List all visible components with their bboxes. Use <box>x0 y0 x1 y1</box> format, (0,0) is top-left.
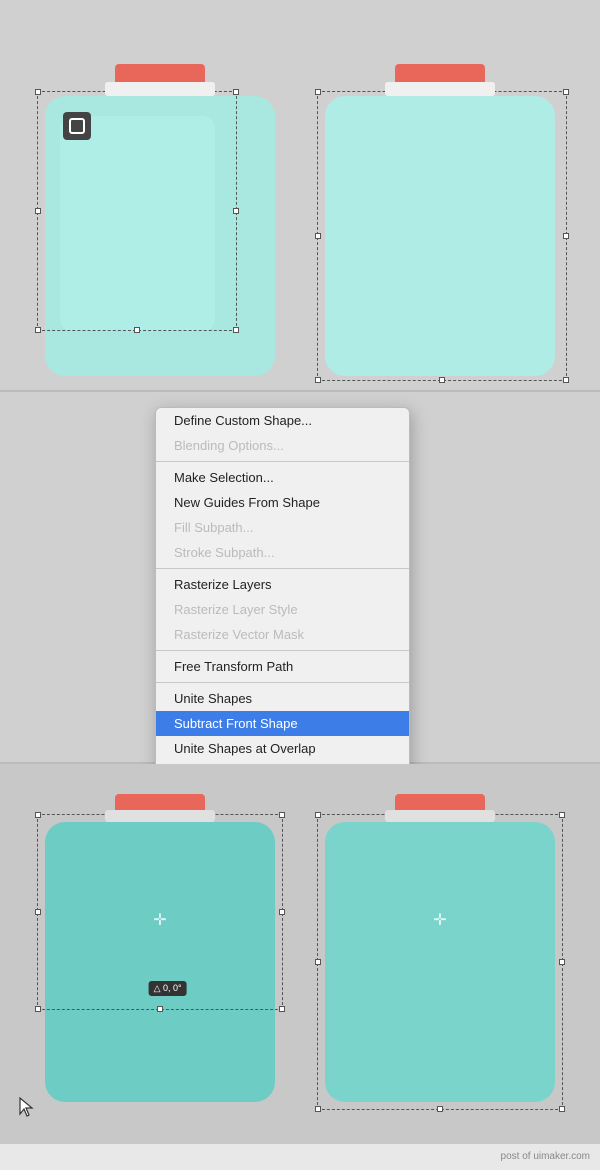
bottom-right-jar-body: ✛ <box>325 822 555 1102</box>
coords-badge: △ 0, 0° <box>149 981 187 996</box>
menu-item-fill-subpath: Fill Subpath... <box>156 515 409 540</box>
handle-bl <box>315 1106 321 1112</box>
left-jar-lid-outer <box>115 64 205 82</box>
bottom-left-lid-wrapper <box>105 794 215 822</box>
move-icon: ✛ <box>152 912 168 928</box>
handle-bl <box>315 377 321 383</box>
menu-item-subtract-front-shape[interactable]: Subtract Front Shape <box>156 711 409 736</box>
top-canvas-section <box>0 0 600 390</box>
bottom-right-lid-wrapper <box>385 794 495 822</box>
menu-item-blending-options: Blending Options... <box>156 433 409 458</box>
handle-bl <box>35 327 41 333</box>
bottom-right-lid-outer <box>395 794 485 810</box>
handle-tr <box>279 812 285 818</box>
handle-bm <box>437 1106 443 1112</box>
bottom-left-jar-wrapper: ✛ △ 0, 0° <box>45 794 275 1102</box>
menu-item-free-transform-path[interactable]: Free Transform Path <box>156 654 409 679</box>
handle-bl <box>35 1006 41 1012</box>
right-move-icon: ✛ <box>432 912 448 928</box>
bottom-canvas-section: ✛ △ 0, 0° ✛ <box>0 764 600 1144</box>
menu-item-unite-shapes[interactable]: Unite Shapes <box>156 686 409 711</box>
handle-tr <box>559 812 565 818</box>
handle-bm <box>439 377 445 383</box>
handle-ml <box>35 909 41 915</box>
handle-tr <box>563 89 569 95</box>
context-menu-section: Define Custom Shape... Blending Options.… <box>0 392 600 762</box>
left-jar-lid-inner <box>105 82 215 96</box>
handle-ml <box>315 959 321 965</box>
handle-bm <box>157 1006 163 1012</box>
menu-item-rasterize-layers[interactable]: Rasterize Layers <box>156 572 409 597</box>
left-jar-inner-highlight <box>60 116 215 331</box>
menu-item-rasterize-layer-style: Rasterize Layer Style <box>156 597 409 622</box>
handle-ml <box>35 208 41 214</box>
handle-ml <box>315 233 321 239</box>
menu-sep-1 <box>156 461 409 462</box>
bottom-right-lid-inner <box>385 810 495 822</box>
watermark-bottom: post of uimaker.com <box>501 1151 590 1162</box>
transform-icon <box>63 112 91 140</box>
right-jar-lid-wrapper <box>385 64 495 96</box>
menu-item-unite-shapes-at-overlap[interactable]: Unite Shapes at Overlap <box>156 736 409 761</box>
menu-item-new-guides[interactable]: New Guides From Shape <box>156 490 409 515</box>
menu-item-define-custom-shape[interactable]: Define Custom Shape... <box>156 408 409 433</box>
bottom-right-selection-box <box>317 814 563 1110</box>
right-jar-lid-inner <box>385 82 495 96</box>
bottom-left-lid-inner <box>105 810 215 822</box>
handle-mr <box>559 959 565 965</box>
handle-tl <box>315 89 321 95</box>
menu-sep-3 <box>156 650 409 651</box>
right-jar-lid-outer <box>395 64 485 82</box>
handle-mr <box>279 909 285 915</box>
handle-tl <box>35 812 41 818</box>
handle-br <box>233 327 239 333</box>
bottom-left-jar-body: ✛ △ 0, 0° <box>45 822 275 1102</box>
menu-item-make-selection[interactable]: Make Selection... <box>156 465 409 490</box>
menu-item-stroke-subpath: Stroke Subpath... <box>156 540 409 565</box>
handle-tr <box>233 89 239 95</box>
handle-br <box>563 377 569 383</box>
right-jar-selection-box <box>317 91 567 381</box>
left-jar-lid-wrapper <box>105 64 215 96</box>
handle-tl <box>315 812 321 818</box>
handle-br <box>279 1006 285 1012</box>
transform-icon-inner <box>69 118 85 134</box>
right-jar-body <box>325 96 555 376</box>
handle-mr <box>563 233 569 239</box>
bottom-right-jar-wrapper: ✛ <box>325 794 555 1102</box>
cursor-arrow-icon <box>18 1096 38 1116</box>
handle-br <box>559 1106 565 1112</box>
menu-sep-2 <box>156 568 409 569</box>
left-jar-container <box>45 64 275 376</box>
bottom-left-lid-outer <box>115 794 205 810</box>
handle-tl <box>35 89 41 95</box>
handle-mr <box>233 208 239 214</box>
menu-sep-4 <box>156 682 409 683</box>
right-jar-container <box>325 64 555 376</box>
menu-item-rasterize-vector-mask: Rasterize Vector Mask <box>156 622 409 647</box>
